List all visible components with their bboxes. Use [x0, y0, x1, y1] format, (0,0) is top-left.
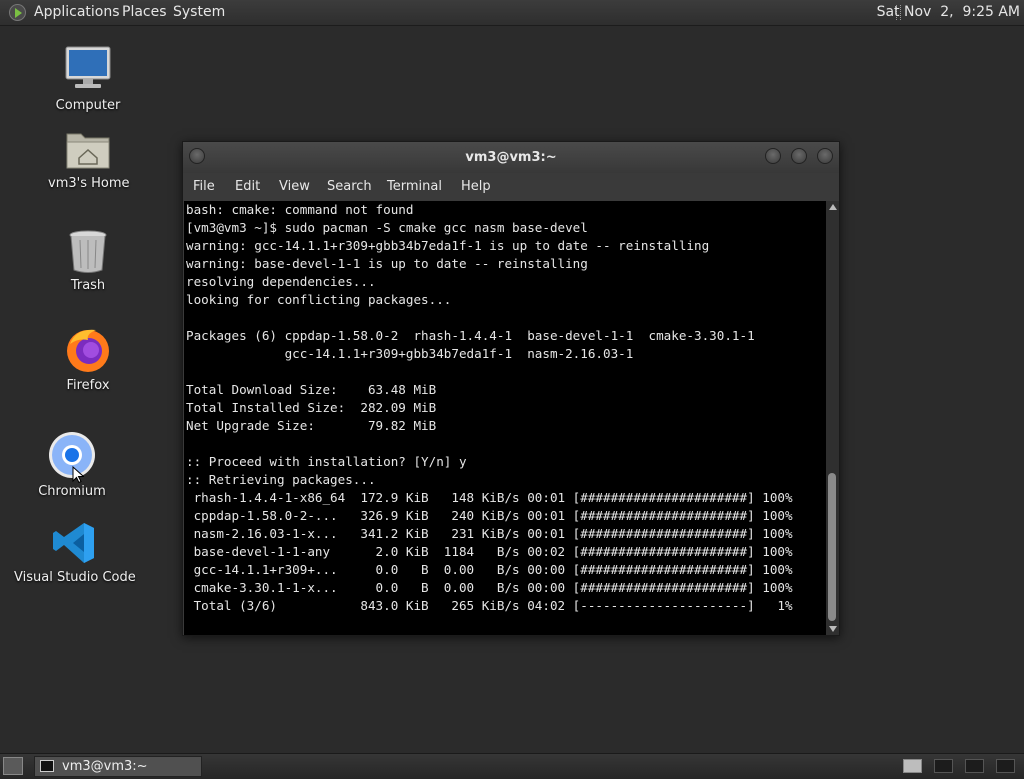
taskbar-item-label: vm3@vm3:~	[62, 759, 148, 774]
terminal-line: Net Upgrade Size: 79.82 MiB	[186, 418, 437, 433]
terminal-line: nasm-2.16.03-1-x... 341.2 KiB 231 KiB/s …	[186, 526, 793, 541]
desktop-icon-trash[interactable]: Trash	[48, 228, 128, 293]
terminal-text: bash: cmake: command not found [vm3@vm3 …	[184, 201, 826, 615]
close-button[interactable]	[817, 148, 833, 164]
window-title: vm3@vm3:~	[465, 150, 557, 165]
menu-applications[interactable]: Applications	[34, 4, 120, 20]
menu-file[interactable]: File	[193, 179, 215, 194]
menu-search[interactable]: Search	[327, 179, 372, 194]
terminal-line: cmake-3.30.1-1-x... 0.0 B 0.00 B/s 00:00…	[186, 580, 793, 595]
terminal-output[interactable]: bash: cmake: command not found [vm3@vm3 …	[184, 201, 826, 635]
terminal-scrollbar[interactable]	[826, 201, 839, 635]
scroll-up-arrow-icon[interactable]	[829, 204, 837, 210]
terminal-line: cppdap-1.58.0-2-... 326.9 KiB 240 KiB/s …	[186, 508, 793, 523]
desktop-icon-firefox[interactable]: Firefox	[48, 326, 128, 393]
desktop-icon-home[interactable]: vm3's Home	[48, 126, 130, 191]
terminal-line: Packages (6) cppdap-1.58.0-2 rhash-1.4.4…	[186, 328, 755, 343]
terminal-line: base-devel-1-1-any 2.0 KiB 1184 B/s 00:0…	[186, 544, 793, 559]
desktop-icon-label: Visual Studio Code	[14, 570, 136, 585]
terminal-line: gcc-14.1.1+r309+gbb34b7eda1f-1 nasm-2.16…	[186, 346, 634, 361]
terminal-line: Total Installed Size: 282.09 MiB	[186, 400, 437, 415]
terminal-line: warning: base-devel-1-1 is up to date --…	[186, 256, 588, 271]
show-desktop-icon[interactable]	[3, 757, 23, 775]
clock[interactable]: Sat Nov 2, 9:25 AM	[877, 4, 1020, 20]
workspace-3[interactable]	[965, 759, 984, 773]
desktop-icon-label: Trash	[70, 278, 106, 293]
terminal-line: warning: gcc-14.1.1+r309+gbb34b7eda1f-1 …	[186, 238, 710, 253]
maximize-button[interactable]	[791, 148, 807, 164]
firefox-icon	[67, 329, 109, 372]
bottom-panel: vm3@vm3:~	[0, 753, 1024, 779]
desktop-icon-vscode[interactable]: Visual Studio Code	[14, 520, 136, 585]
scroll-down-arrow-icon[interactable]	[829, 626, 837, 632]
terminal-line: :: Proceed with installation? [Y/n] y	[186, 454, 467, 469]
trash-icon	[69, 230, 107, 273]
desktop-icon-computer[interactable]: Computer	[48, 44, 128, 113]
terminal-line: rhash-1.4.4-1-x86_64 172.9 KiB 148 KiB/s…	[186, 490, 793, 505]
minimize-button[interactable]	[765, 148, 781, 164]
menu-view[interactable]: View	[279, 179, 310, 194]
terminal-line: [vm3@vm3 ~]$ sudo pacman -S cmake gcc na…	[186, 220, 588, 235]
taskbar-item-terminal[interactable]: vm3@vm3:~	[34, 756, 202, 777]
applications-logo-icon[interactable]	[9, 4, 26, 21]
menu-places[interactable]: Places	[122, 4, 167, 20]
desktop-icon-label: Computer	[55, 98, 121, 113]
desktop-icon-label: Firefox	[66, 378, 110, 393]
menu-edit[interactable]: Edit	[235, 179, 260, 194]
workspace-1[interactable]	[903, 759, 922, 773]
terminal-icon	[40, 760, 54, 772]
terminal-window[interactable]: vm3@vm3:~ File Edit View Search Terminal…	[182, 141, 840, 636]
workspace-4[interactable]	[996, 759, 1015, 773]
vscode-icon	[53, 523, 94, 563]
terminal-menubar: File Edit View Search Terminal Help	[183, 173, 839, 201]
top-panel: Applications Places System Sat Nov 2, 9:…	[0, 0, 1024, 26]
mouse-cursor-icon	[72, 466, 84, 484]
home-folder-icon	[66, 133, 110, 169]
menu-system[interactable]: System	[173, 4, 225, 20]
menu-terminal[interactable]: Terminal	[387, 179, 442, 194]
window-titlebar[interactable]: vm3@vm3:~	[183, 142, 839, 173]
terminal-line: :: Retrieving packages...	[186, 472, 376, 487]
desktop-icon-chromium[interactable]: Chromium	[32, 430, 112, 499]
desktop-icon-label: Chromium	[38, 484, 106, 499]
terminal-line: resolving dependencies...	[186, 274, 376, 289]
terminal-line: looking for conflicting packages...	[186, 292, 452, 307]
workspace-2[interactable]	[934, 759, 953, 773]
terminal-line: Total Download Size: 63.48 MiB	[186, 382, 437, 397]
desktop-icon-label: vm3's Home	[48, 176, 130, 191]
terminal-line: gcc-14.1.1+r309+... 0.0 B 0.00 B/s 00:00…	[186, 562, 793, 577]
scrollbar-thumb[interactable]	[828, 473, 836, 621]
terminal-line: Total (3/6) 843.0 KiB 265 KiB/s 04:02 [-…	[186, 598, 793, 613]
computer-icon	[65, 46, 111, 88]
menu-help[interactable]: Help	[461, 179, 491, 194]
terminal-line: bash: cmake: command not found	[186, 202, 414, 217]
